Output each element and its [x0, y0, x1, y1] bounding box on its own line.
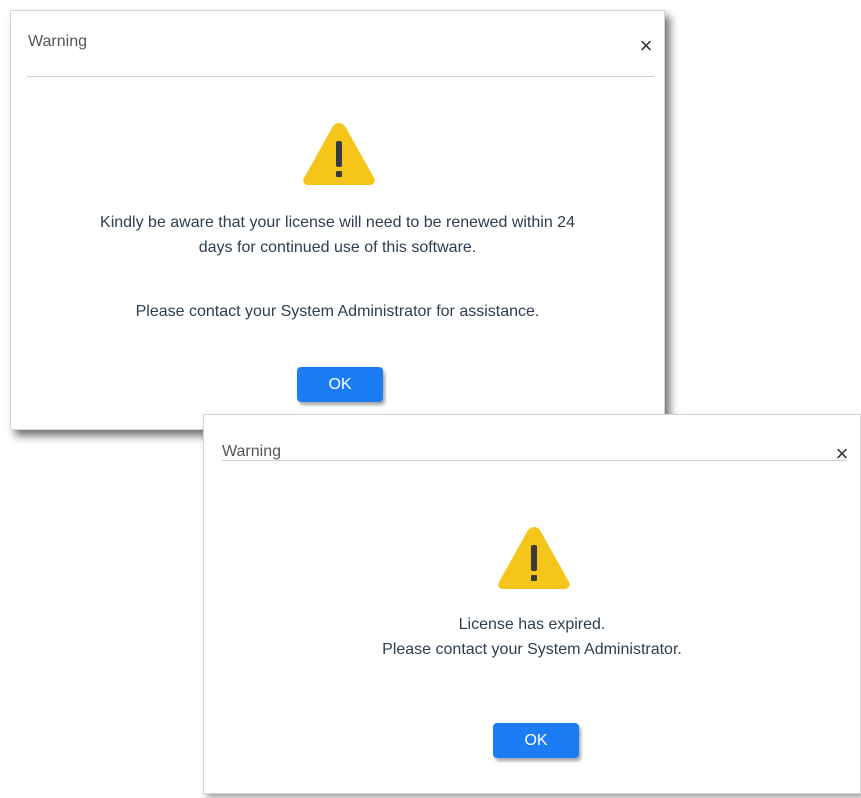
message-line: License has expired.	[458, 616, 606, 633]
warning-triangle-icon	[498, 527, 570, 589]
message-line: Please contact your System Administrator…	[382, 641, 682, 658]
header-divider	[27, 76, 654, 77]
dialog-title: Warning	[28, 33, 87, 50]
header-divider	[222, 460, 846, 461]
renewal-message: Kindly be aware that your license will n…	[11, 210, 664, 260]
message-line: Kindly be aware that your license will n…	[100, 214, 575, 231]
close-icon[interactable]: ×	[635, 35, 657, 57]
expired-message: License has expired. Please contact your…	[204, 612, 860, 662]
close-icon[interactable]: ×	[831, 443, 853, 465]
license-renewal-warning-dialog: Warning × Kindly be aware that your lice…	[10, 10, 665, 430]
license-expired-warning-dialog: Warning × License has expired. Please co…	[203, 414, 861, 794]
dialog-title: Warning	[222, 443, 281, 460]
ok-button[interactable]: OK	[297, 367, 383, 402]
warning-triangle-icon	[303, 123, 375, 185]
message-line: days for continued use of this software.	[198, 239, 477, 256]
ok-button[interactable]: OK	[493, 723, 579, 758]
contact-admin-message: Please contact your System Administrator…	[135, 303, 540, 320]
